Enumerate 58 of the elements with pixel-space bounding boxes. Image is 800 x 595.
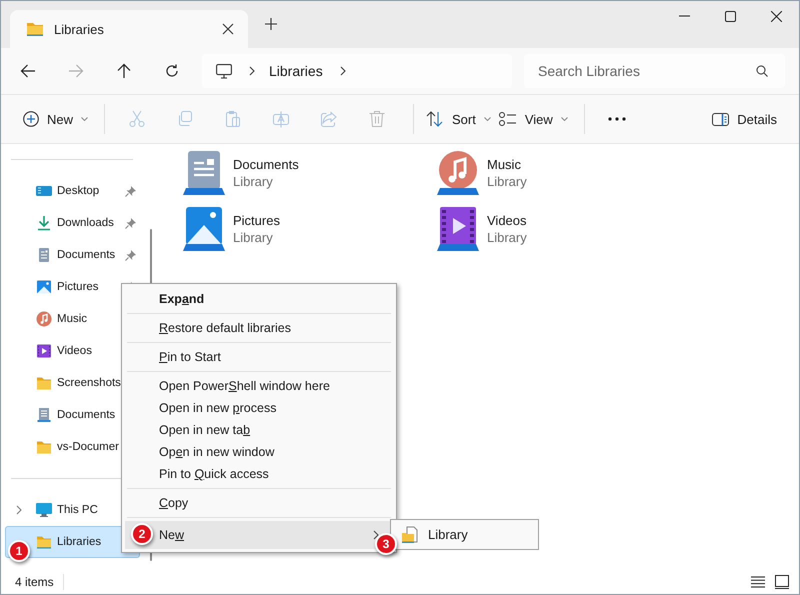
address-bar[interactable]: Libraries	[202, 54, 512, 88]
search-field[interactable]: Search Libraries	[524, 54, 785, 88]
sidebar-item[interactable]: Documents	[5, 239, 140, 271]
close-icon[interactable]	[770, 10, 782, 22]
maximize-icon[interactable]	[724, 10, 736, 22]
library-item[interactable]: Documents Library	[183, 150, 437, 196]
details-pane-icon	[712, 112, 730, 126]
close-icon[interactable]	[222, 23, 234, 35]
music-icon	[36, 311, 52, 327]
folder-icon	[26, 21, 44, 37]
caret-icon	[484, 117, 491, 121]
document-icon	[36, 407, 52, 423]
tab[interactable]: Libraries	[10, 10, 248, 48]
chevron-icon[interactable]	[340, 66, 346, 76]
chevron-icon	[373, 530, 379, 540]
caret-icon	[560, 117, 568, 121]
breadcrumb-item[interactable]: Libraries	[269, 63, 323, 79]
picture-icon	[36, 279, 52, 295]
library-item[interactable]: Pictures Library	[183, 206, 437, 252]
view-icon	[498, 112, 517, 126]
picture-library-icon	[183, 207, 225, 251]
refresh-button[interactable]	[164, 63, 180, 79]
document-library-icon	[183, 151, 225, 195]
up-button[interactable]	[116, 63, 132, 79]
folder-icon	[36, 439, 52, 455]
search-icon	[756, 65, 768, 77]
desktop-icon	[36, 183, 52, 199]
video-library-icon	[437, 207, 479, 251]
sort-button[interactable]: Sort	[422, 105, 495, 133]
folder-icon	[36, 534, 52, 550]
back-button[interactable]	[20, 63, 36, 79]
sidebar-item[interactable]: Desktop	[5, 175, 140, 207]
more-icon[interactable]	[608, 117, 626, 121]
music-library-icon	[437, 151, 479, 195]
menu-item[interactable]: Library	[391, 520, 538, 549]
caret-icon	[81, 117, 88, 121]
details-view-icon[interactable]	[751, 576, 765, 588]
menu-item[interactable]: Pin to Quick access	[125, 463, 393, 485]
download-icon	[36, 215, 52, 231]
view-button[interactable]: View	[494, 106, 572, 132]
item-count: 4 items	[15, 574, 54, 588]
details-button[interactable]: Details	[708, 106, 781, 132]
library-icon	[401, 526, 419, 544]
library-item[interactable]: Music Library	[437, 150, 691, 196]
monitor-icon	[216, 64, 232, 78]
folder-icon	[36, 375, 52, 391]
sidebar-item[interactable]: Downloads	[5, 207, 140, 239]
minimize-icon[interactable]	[678, 15, 690, 17]
monitor-icon	[36, 502, 52, 518]
add-icon	[23, 111, 39, 127]
new-button[interactable]: New	[19, 105, 92, 133]
sort-icon	[426, 111, 444, 127]
tiles-view-icon[interactable]	[775, 574, 789, 588]
new-tab-icon[interactable]	[265, 18, 277, 30]
film-icon	[36, 343, 52, 359]
document-icon	[36, 247, 52, 263]
library-item[interactable]: Videos Library	[437, 206, 691, 252]
chevron-icon[interactable]	[249, 66, 255, 76]
